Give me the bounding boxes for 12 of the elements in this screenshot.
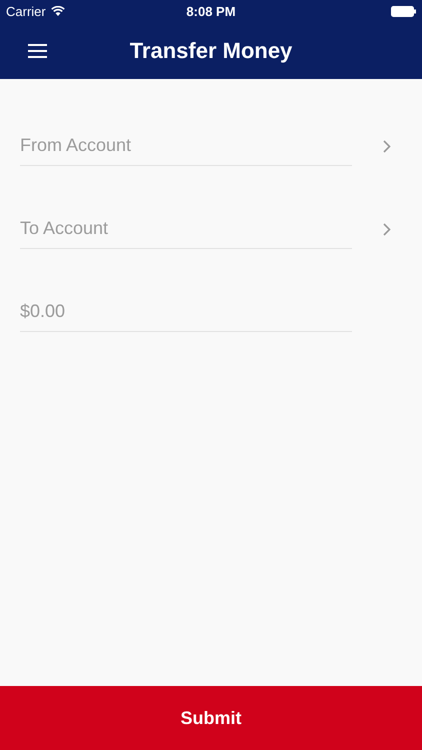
amount-field[interactable]: $0.00 bbox=[20, 292, 352, 332]
status-time: 8:08 PM bbox=[186, 4, 236, 18]
wifi-icon bbox=[50, 6, 65, 16]
menu-icon bbox=[28, 44, 47, 58]
battery-icon bbox=[391, 6, 416, 16]
chevron-icon bbox=[383, 140, 391, 152]
screen-title: Transfer Money bbox=[130, 38, 292, 64]
chevron-icon bbox=[383, 222, 391, 236]
submit-button[interactable]: Submit bbox=[0, 686, 422, 750]
account-picker-field[interactable]: From Account bbox=[20, 126, 352, 166]
account-picker-field[interactable]: To Account bbox=[20, 209, 352, 249]
carrier-name: Carrier bbox=[6, 4, 46, 18]
